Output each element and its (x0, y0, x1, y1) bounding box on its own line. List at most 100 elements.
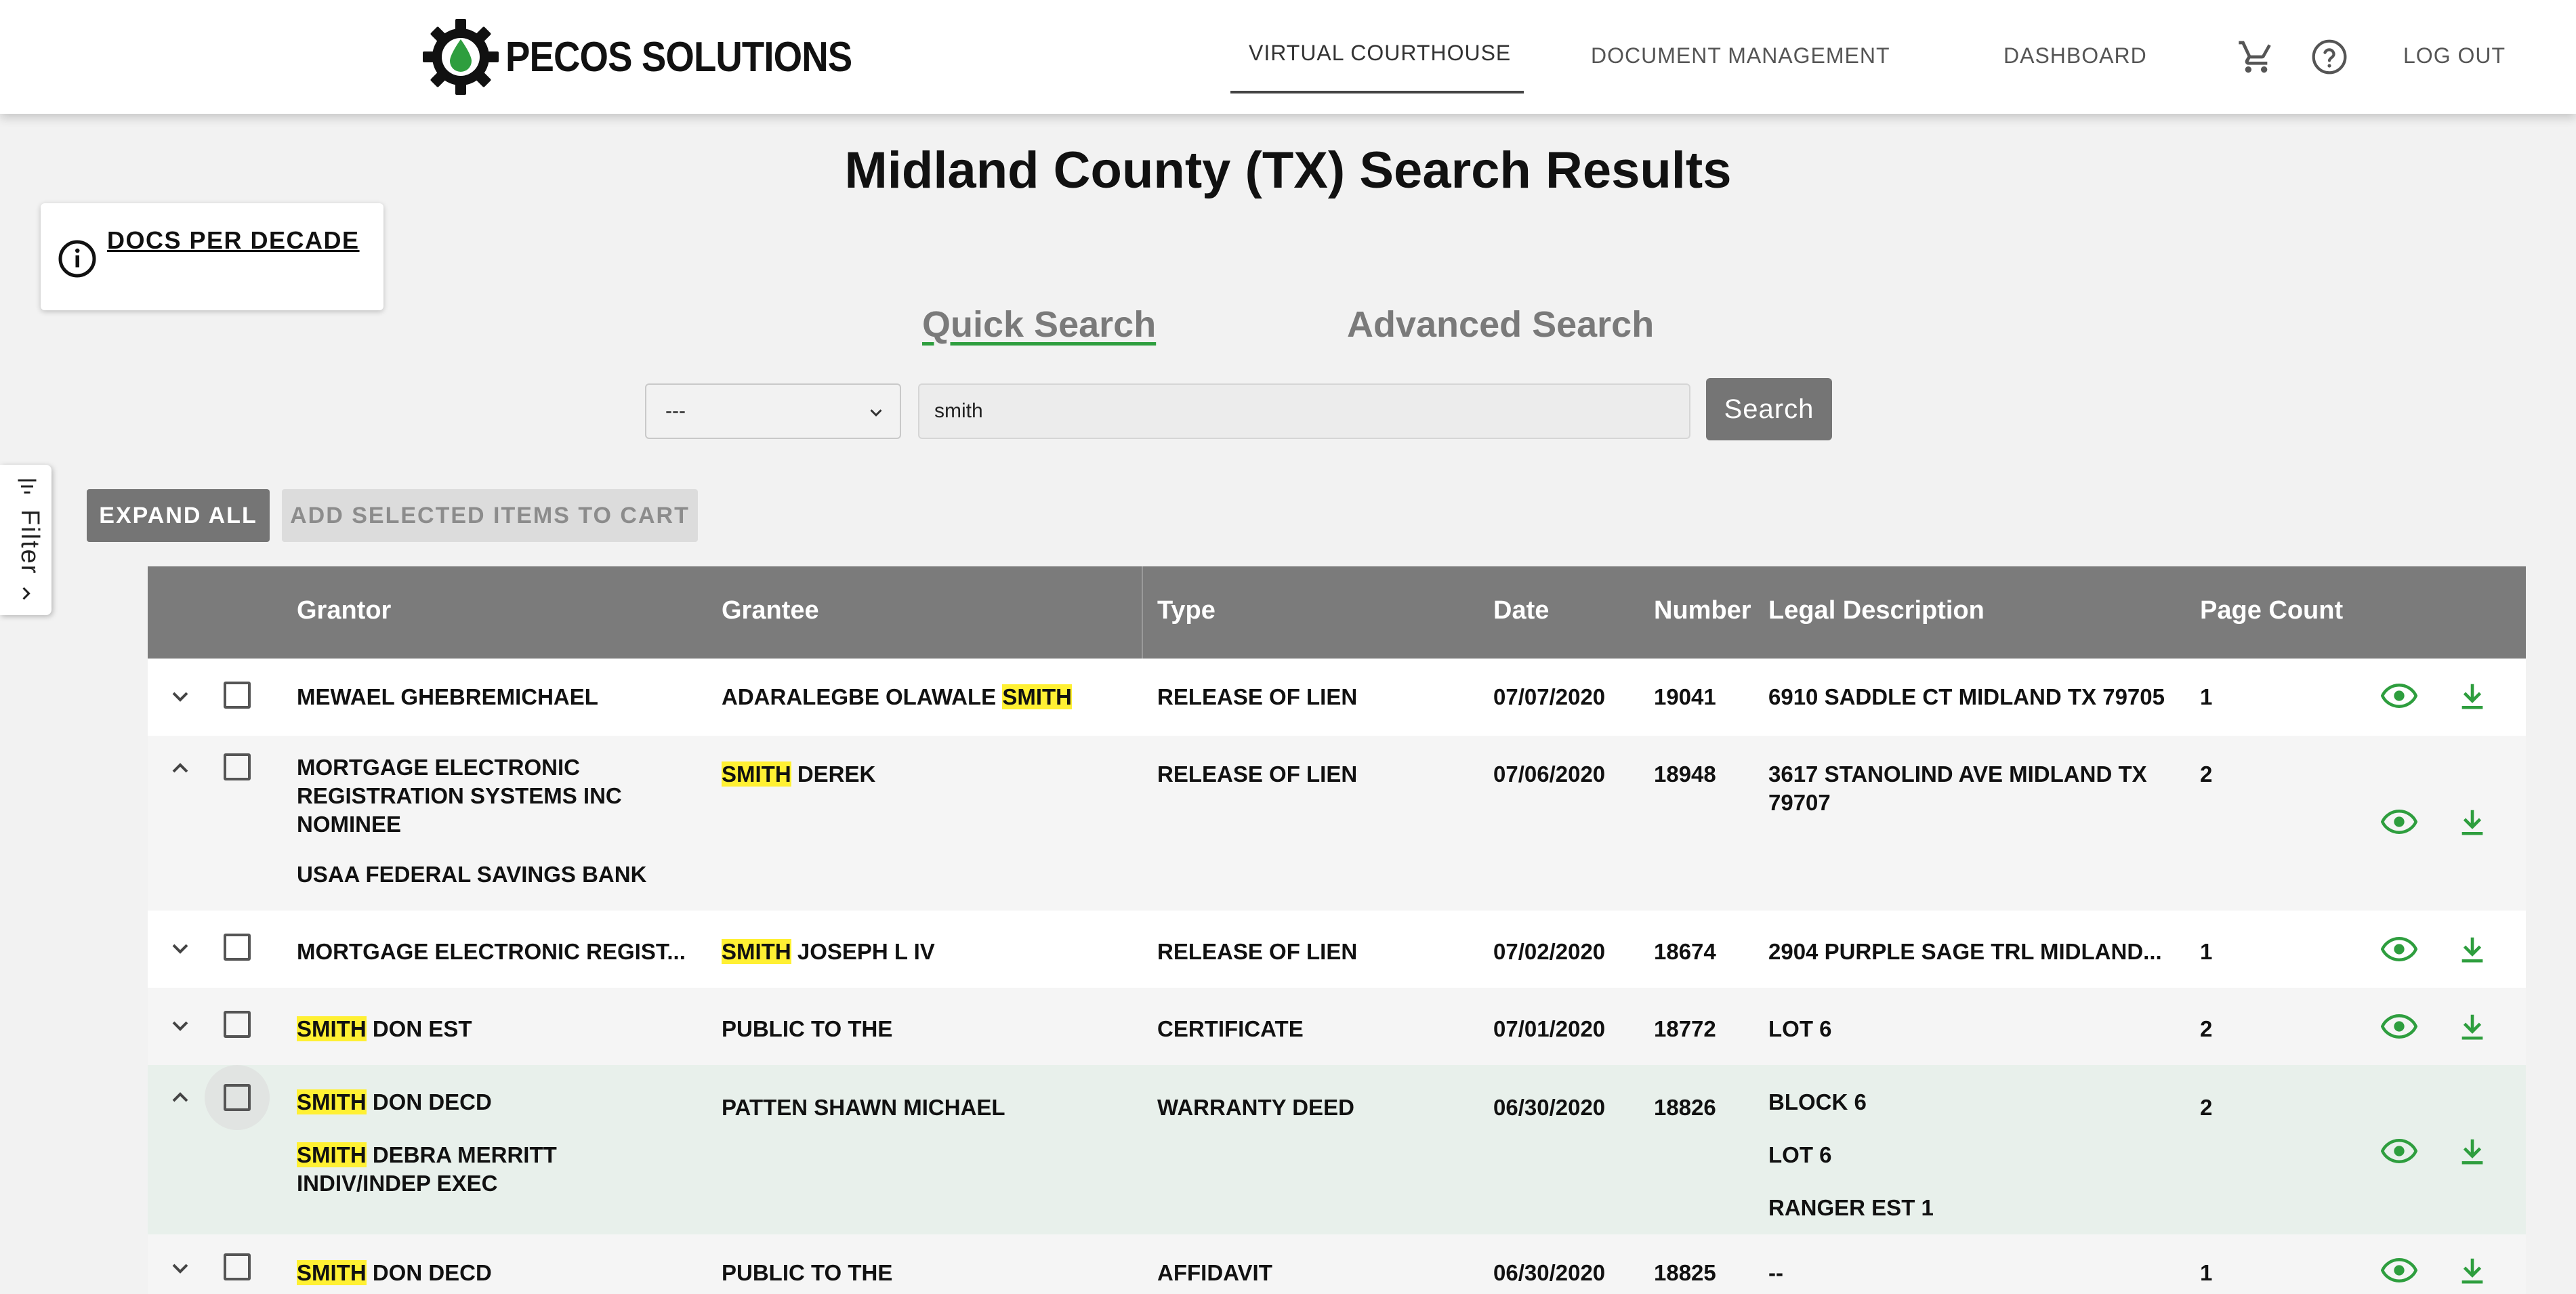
view-eye-icon[interactable] (2381, 677, 2417, 714)
cart-icon[interactable] (2237, 38, 2275, 76)
view-eye-icon[interactable] (2381, 1133, 2417, 1169)
nav-active-indicator (1230, 91, 1524, 93)
row-checkbox[interactable] (224, 1011, 251, 1038)
table-row[interactable]: SMITH DON DECD SMITH DEBRA MERRITT INDIV… (148, 1065, 2526, 1234)
grantor-cell: SMITH DON DECD (297, 1260, 492, 1285)
docs-per-decade-link[interactable]: DOCS PER DECADE (107, 226, 360, 255)
gear-drop-icon (423, 19, 499, 95)
download-icon[interactable] (2457, 1252, 2488, 1289)
date-cell: 06/30/2020 (1493, 1260, 1606, 1285)
table-row[interactable]: MORTGAGE ELECTRONIC REGISTRATION SYSTEMS… (148, 736, 2526, 911)
results-table: Grantor Grantee Type Date Number Legal D… (148, 566, 2526, 1294)
chevron-down-icon (870, 409, 882, 417)
row-checkbox[interactable] (224, 753, 251, 780)
table-row[interactable]: SMITH DON DECD PUBLIC TO THE AFFIDAVIT 0… (148, 1234, 2526, 1294)
search-input[interactable]: smith (918, 383, 1690, 439)
page-count-cell: 1 (2200, 939, 2213, 964)
chevron-down-icon[interactable] (167, 935, 194, 962)
col-legal-description[interactable]: Legal Description (1768, 596, 1985, 625)
search-field-select[interactable]: --- (645, 383, 901, 439)
page-count-cell: 1 (2200, 684, 2213, 709)
tab-quick-search[interactable]: Quick Search (922, 304, 1156, 346)
col-type[interactable]: Type (1157, 596, 1216, 625)
logo-text: PECOS SOLUTIONS (505, 33, 852, 81)
number-cell: 18948 (1654, 761, 1716, 787)
chevron-up-icon[interactable] (167, 755, 194, 782)
page-count-cell: 2 (2200, 761, 2213, 787)
table-row[interactable]: MEWAEL GHEBREMICHAEL ADARALEGBE OLAWALE … (148, 659, 2526, 736)
type-cell: RELEASE OF LIEN (1157, 684, 1358, 709)
col-number[interactable]: Number (1654, 596, 1751, 625)
grantee-cell: SMITH DEREK (722, 761, 876, 787)
number-cell: 18772 (1654, 1016, 1716, 1041)
tab-advanced-search[interactable]: Advanced Search (1347, 304, 1654, 346)
legal-cell: 6910 SADDLE CT MIDLAND TX 79705 (1768, 684, 2165, 709)
type-cell: CERTIFICATE (1157, 1016, 1304, 1041)
filter-label: Filter (16, 509, 44, 575)
grantor-cell: MEWAEL GHEBREMICHAEL (297, 684, 598, 709)
type-cell: RELEASE OF LIEN (1157, 761, 1358, 787)
download-icon[interactable] (2457, 677, 2488, 714)
info-icon (58, 240, 96, 278)
view-eye-icon[interactable] (2381, 1252, 2417, 1289)
view-eye-icon[interactable] (2381, 1008, 2417, 1045)
table-header: Grantor Grantee Type Date Number Legal D… (148, 566, 2526, 659)
download-icon[interactable] (2457, 931, 2488, 967)
col-grantee[interactable]: Grantee (722, 596, 819, 625)
grantor-cell: SMITH DON EST (297, 1016, 472, 1041)
nav-virtual-courthouse[interactable]: VIRTUAL COURTHOUSE (1249, 41, 1511, 66)
page-title: Midland County (TX) Search Results (844, 142, 1732, 199)
legal-cell: -- (1768, 1260, 1783, 1285)
table-row[interactable]: MORTGAGE ELECTRONIC REGIST... SMITH JOSE… (148, 911, 2526, 988)
nav-logout[interactable]: LOG OUT (2403, 43, 2506, 68)
row-checkbox[interactable] (224, 934, 251, 961)
date-cell: 07/01/2020 (1493, 1016, 1606, 1041)
nav-document-management[interactable]: DOCUMENT MANAGEMENT (1591, 43, 1890, 68)
row-checkbox[interactable] (224, 1253, 251, 1280)
row-checkbox[interactable] (224, 682, 251, 709)
chevron-down-icon[interactable] (167, 1012, 194, 1039)
type-cell: AFFIDAVIT (1157, 1260, 1272, 1285)
filter-icon (18, 479, 37, 494)
number-cell: 18674 (1654, 939, 1716, 964)
expand-all-button[interactable]: EXPAND ALL (87, 489, 270, 542)
search-button[interactable]: Search (1706, 378, 1832, 440)
date-cell: 06/30/2020 (1493, 1095, 1606, 1120)
legal-cell: 2904 PURPLE SAGE TRL MIDLAND... (1768, 939, 2162, 964)
grantor-cell: MORTGAGE ELECTRONIC REGIST... (297, 939, 686, 964)
page-count-cell: 2 (2200, 1095, 2213, 1120)
add-to-cart-button[interactable]: ADD SELECTED ITEMS TO CART (282, 489, 698, 542)
filter-panel-toggle[interactable]: Filter (0, 465, 51, 615)
legal-cell: BLOCK 6 LOT 6 RANGER EST 1 (1768, 1089, 1934, 1220)
table-row[interactable]: SMITH DON EST PUBLIC TO THE CERTIFICATE … (148, 988, 2526, 1065)
grantor-extra-cell: SMITH DEBRA MERRITT INDIV/INDEP EXEC (297, 1142, 557, 1196)
date-cell: 07/07/2020 (1493, 684, 1606, 709)
col-page-count[interactable]: Page Count (2200, 596, 2343, 625)
legal-cell: 3617 STANOLIND AVE MIDLAND TX 79707 (1768, 761, 2147, 815)
download-icon[interactable] (2457, 803, 2488, 840)
chevron-right-icon (22, 587, 30, 600)
grantor-cell: SMITH DON DECD (297, 1089, 492, 1114)
col-grantor[interactable]: Grantor (297, 596, 391, 625)
help-icon[interactable] (2310, 38, 2348, 76)
view-eye-icon[interactable] (2381, 803, 2417, 840)
select-value: --- (665, 400, 686, 422)
type-cell: RELEASE OF LIEN (1157, 939, 1358, 964)
pecos-logo[interactable]: PECOS SOLUTIONS (420, 16, 899, 98)
download-icon[interactable] (2457, 1133, 2488, 1169)
chevron-down-icon[interactable] (167, 683, 194, 710)
grantor-extra-cell: USAA FEDERAL SAVINGS BANK (297, 862, 647, 887)
chevron-up-icon[interactable] (167, 1084, 194, 1111)
view-eye-icon[interactable] (2381, 931, 2417, 967)
download-icon[interactable] (2457, 1008, 2488, 1045)
page-count-cell: 1 (2200, 1260, 2213, 1285)
top-navbar: PECOS SOLUTIONS VIRTUAL COURTHOUSE DOCUM… (0, 0, 2576, 114)
chevron-down-icon[interactable] (167, 1255, 194, 1282)
grantor-cell: MORTGAGE ELECTRONIC REGISTRATION SYSTEMS… (297, 755, 622, 837)
col-date[interactable]: Date (1493, 596, 1549, 625)
row-checkbox[interactable] (224, 1084, 251, 1111)
number-cell: 18826 (1654, 1095, 1716, 1120)
search-input-value: smith (934, 400, 983, 422)
date-cell: 07/02/2020 (1493, 939, 1606, 964)
nav-dashboard[interactable]: DASHBOARD (2003, 43, 2147, 68)
